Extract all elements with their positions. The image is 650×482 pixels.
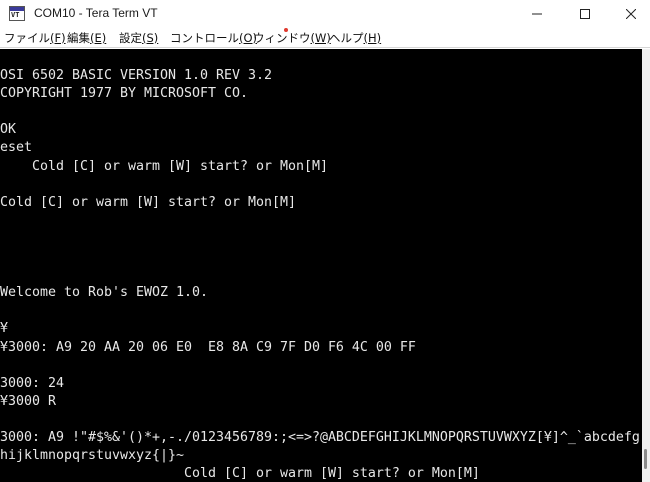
menu-edit-accel: (E)	[90, 31, 107, 45]
minimize-icon	[532, 13, 542, 15]
menu-file[interactable]: ファイル(F)	[4, 30, 66, 46]
menu-control-label: コントロール	[170, 31, 239, 45]
app-icon-text: VT	[11, 11, 20, 19]
notification-dot	[284, 28, 288, 32]
terminal-line: OK	[0, 122, 16, 138]
menu-settings[interactable]: 設定(S)	[119, 30, 158, 46]
terminal-line: COPYRIGHT 1977 BY MICROSOFT CO.	[0, 86, 248, 102]
teraterm-app-icon[interactable]: VT	[9, 6, 25, 21]
menu-window[interactable]: ウィンドウ(W)	[253, 30, 331, 46]
scrollbar-thumb[interactable]	[644, 449, 647, 469]
vertical-scrollbar[interactable]	[642, 49, 650, 482]
minimize-button[interactable]	[514, 0, 560, 28]
terminal-line: Cold [C] or warm [W] start? or Mon[M]	[0, 194, 296, 210]
terminal-line: Cold [C] or warm [W] start? or Mon[M]	[0, 158, 328, 174]
menu-window-label: ウィンドウ	[253, 31, 311, 45]
title-bar: VT COM10 - Tera Term VT	[0, 0, 650, 28]
menu-settings-label: 設定	[119, 31, 142, 45]
menu-file-label: ファイル	[4, 31, 50, 45]
terminal-line: OSI 6502 BASIC VERSION 1.0 REV 3.2	[0, 68, 272, 83]
terminal-line: hijklmnopqrstuvwxyz{|}~	[0, 448, 184, 464]
close-button[interactable]	[608, 0, 650, 28]
terminal-line: eset	[0, 140, 32, 156]
menu-bar: ファイル(F) 編集(E) 設定(S) コントロール(O) ウィンドウ(W) ヘ…	[0, 28, 650, 48]
terminal-line: ¥3000 R	[0, 393, 56, 409]
maximize-button[interactable]	[562, 0, 608, 28]
terminal-line: Cold [C] or warm [W] start? or Mon[M]	[0, 466, 480, 482]
menu-file-accel: (F)	[50, 31, 66, 45]
terminal-line: 3000: A9 !"#$%&'()*+,-./0123456789:;<=>?…	[0, 430, 640, 445]
menu-edit[interactable]: 編集(E)	[67, 30, 106, 46]
terminal-line: ¥	[0, 321, 8, 337]
terminal-line: ¥3000: A9 20 AA 20 06 E0 E8 8A C9 7F D0 …	[0, 339, 416, 355]
menu-window-accel: (W)	[310, 31, 331, 45]
window-title: COM10 - Tera Term VT	[34, 6, 158, 20]
menu-control[interactable]: コントロール(O)	[170, 30, 257, 46]
menu-help-label: ヘルプ	[329, 31, 364, 45]
maximize-icon	[580, 9, 590, 19]
close-icon	[626, 9, 636, 19]
menu-help[interactable]: ヘルプ(H)	[329, 30, 381, 46]
terminal-line: Welcome to Rob's EWOZ 1.0.	[0, 285, 208, 301]
menu-edit-label: 編集	[67, 31, 90, 45]
menu-settings-accel: (S)	[142, 31, 159, 45]
terminal-screen[interactable]: OSI 6502 BASIC VERSION 1.0 REV 3.2 COPYRI…	[0, 49, 642, 482]
terminal-line: 3000: 24	[0, 375, 64, 391]
menu-help-accel: (H)	[363, 31, 382, 45]
